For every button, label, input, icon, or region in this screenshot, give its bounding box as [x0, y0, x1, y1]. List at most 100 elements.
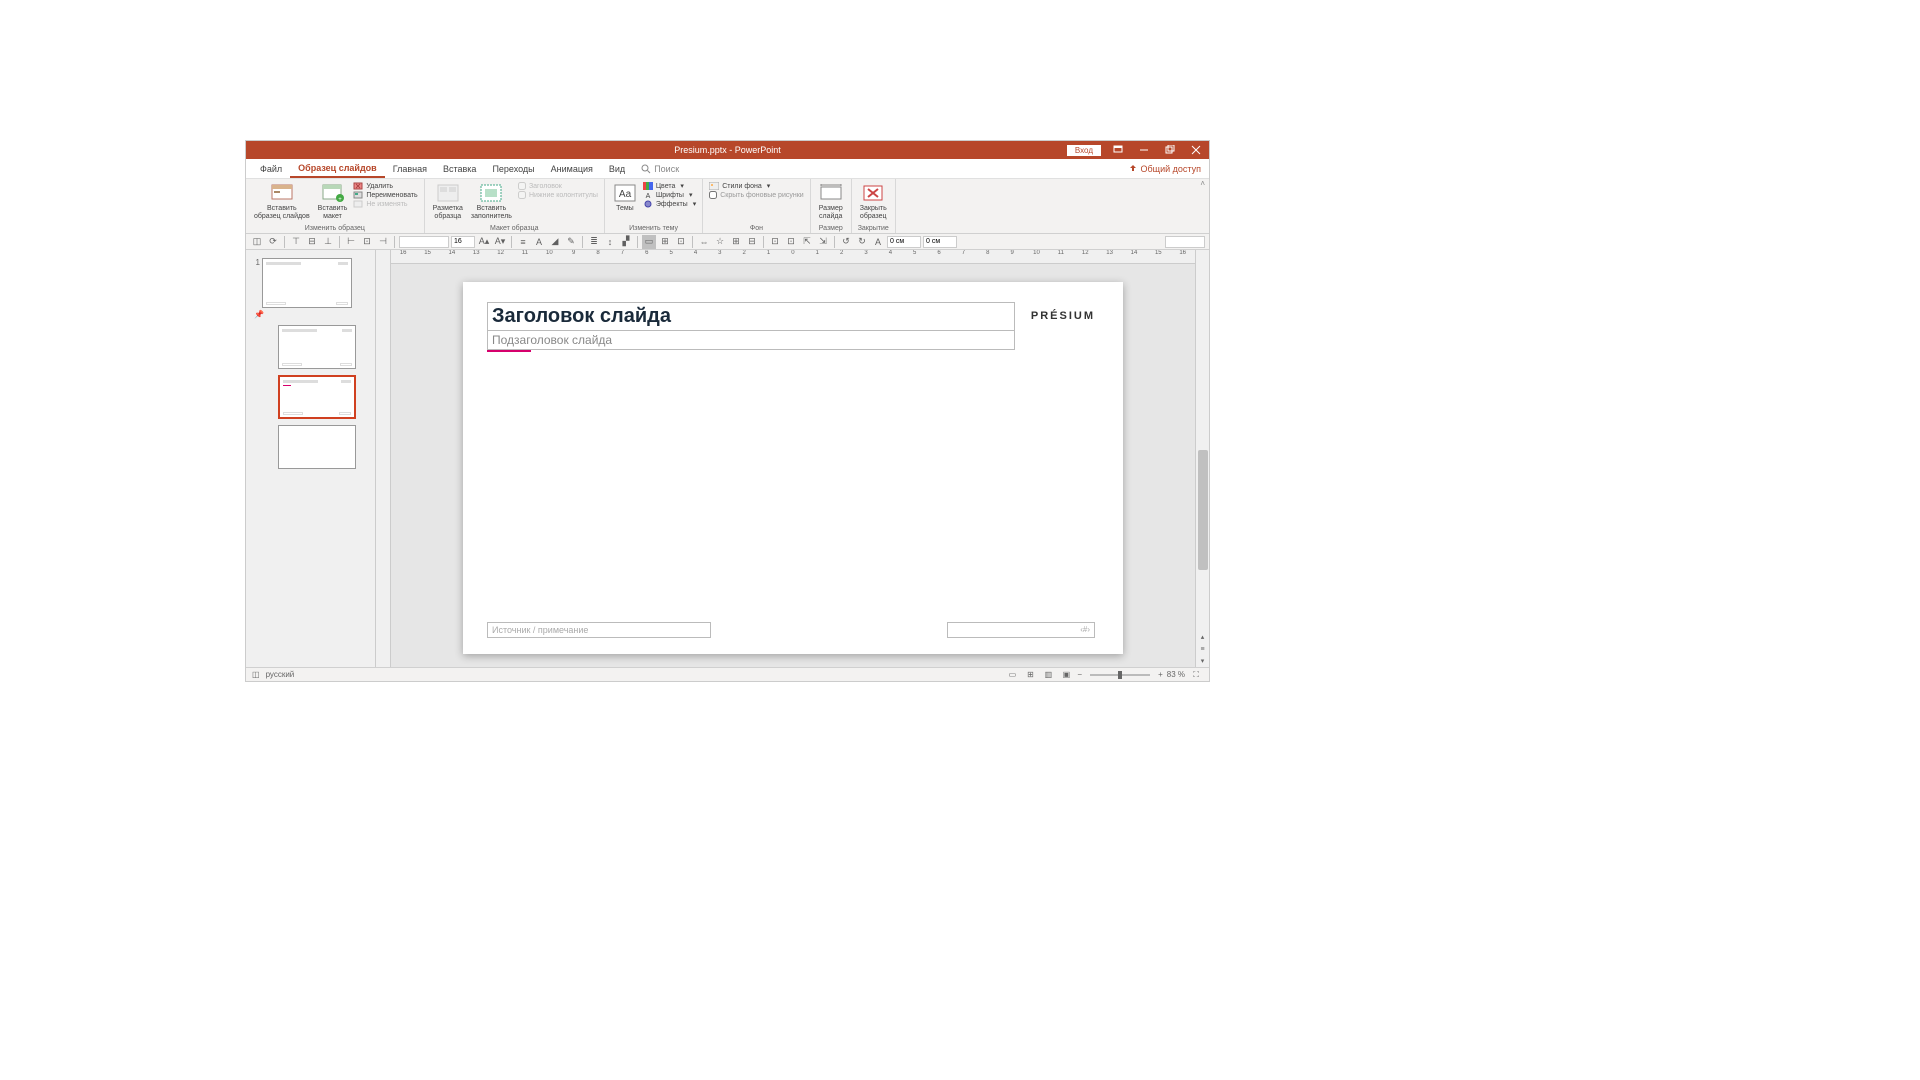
collapse-ribbon-button[interactable]: ˄ — [1200, 179, 1205, 188]
menu-insert[interactable]: Вставка — [435, 159, 484, 178]
maximize-button[interactable] — [1157, 141, 1183, 159]
layout-thumbnail-3[interactable] — [278, 425, 356, 469]
decrease-font-icon[interactable]: A▾ — [493, 235, 507, 249]
accessibility-icon[interactable]: ◫ — [252, 670, 260, 679]
outline-icon[interactable]: ✎ — [564, 235, 578, 249]
distribute-h-icon[interactable]: ⇔ — [697, 235, 711, 249]
layout-thumbnail-2-selected[interactable] — [278, 375, 356, 419]
share-button[interactable]: Общий доступ — [1128, 164, 1201, 174]
zoom-in-button[interactable]: + — [1158, 670, 1163, 679]
title-placeholder[interactable]: Заголовок слайда — [487, 302, 1015, 331]
fill-color-icon[interactable]: ◢ — [548, 235, 562, 249]
position-x-input[interactable] — [887, 236, 921, 248]
delete-button[interactable]: Удалить — [353, 182, 417, 190]
font-color-icon[interactable]: A — [532, 235, 546, 249]
font-family-input[interactable] — [399, 236, 449, 248]
menu-file[interactable]: Файл — [252, 159, 290, 178]
reading-view-icon[interactable]: ▥ — [1041, 669, 1055, 681]
qat-align-left-icon[interactable]: ⊢ — [344, 235, 358, 249]
zoom-out-button[interactable]: − — [1077, 670, 1082, 679]
slideshow-view-icon[interactable]: ▣ — [1059, 669, 1073, 681]
insert-placeholder-button[interactable]: Вставитьзаполнитель — [467, 181, 516, 222]
menu-home[interactable]: Главная — [385, 159, 435, 178]
slide-canvas-area[interactable]: Заголовок слайда Подзаголовок слайда PRÉ… — [391, 264, 1195, 667]
subtitle-placeholder[interactable]: Подзаголовок слайда — [487, 330, 1015, 350]
slide: Заголовок слайда Подзаголовок слайда PRÉ… — [463, 282, 1123, 654]
thumbnail-panel: 1 📌 — [246, 250, 376, 667]
bullets-icon[interactable]: ≣ — [587, 235, 601, 249]
insert-layout-button[interactable]: + Вставитьмакет — [314, 181, 352, 222]
accent-bar — [487, 350, 531, 352]
fit-to-window-icon[interactable]: ⛶ — [1189, 669, 1203, 681]
layout-thumbnail-1[interactable] — [278, 325, 356, 369]
effects-button[interactable]: Эффекты▾ — [643, 200, 696, 208]
zoom-level[interactable]: 83 % — [1167, 670, 1185, 679]
menu-slide-master[interactable]: Образец слайдов — [290, 159, 385, 178]
fonts-button[interactable]: AШрифты▾ — [643, 191, 696, 199]
text-align-left-icon[interactable]: ≡ — [516, 235, 530, 249]
font-size-input[interactable] — [451, 236, 475, 248]
menu-animation[interactable]: Анимация — [543, 159, 601, 178]
qat-align-bottom-icon[interactable]: ⊥ — [321, 235, 335, 249]
ungroup-icon[interactable]: ⊡ — [784, 235, 798, 249]
scrollbar-thumb[interactable] — [1198, 450, 1208, 570]
text-effect-icon[interactable]: A — [871, 235, 885, 249]
bring-forward-icon[interactable]: ⇱ — [800, 235, 814, 249]
position-y-input[interactable] — [923, 236, 957, 248]
grid2-icon[interactable]: ⊟ — [745, 235, 759, 249]
colors-button[interactable]: Цвета▾ — [643, 182, 696, 190]
themes-icon: Аа — [613, 183, 637, 203]
vertical-scrollbar[interactable]: ▴ ≡ ▾ — [1195, 250, 1209, 667]
qat-refresh-icon[interactable]: ⟳ — [266, 235, 280, 249]
chart-icon[interactable]: ▞ — [619, 235, 633, 249]
extra-input[interactable] — [1165, 236, 1205, 248]
ribbon-options-icon[interactable] — [1105, 141, 1131, 159]
login-button[interactable]: Вход — [1067, 145, 1101, 156]
group-label-background: Фон — [707, 224, 805, 233]
footer-left-placeholder[interactable]: Источник / примечание — [487, 622, 711, 638]
master-thumbnail[interactable] — [262, 258, 352, 308]
bg-styles-button[interactable]: Стили фона▾ — [709, 182, 803, 190]
zoom-slider[interactable] — [1090, 674, 1150, 676]
star-icon[interactable]: ☆ — [713, 235, 727, 249]
increase-font-icon[interactable]: A▴ — [477, 235, 491, 249]
language-indicator[interactable]: русский — [266, 670, 295, 679]
close-master-button[interactable]: Закрытьобразец — [856, 181, 891, 222]
hide-bg-checkbox[interactable]: Скрыть фоновые рисунки — [709, 191, 803, 199]
rename-button[interactable]: Переименовать — [353, 191, 417, 199]
slide-size-button[interactable]: Размерслайда — [815, 181, 847, 222]
group-icon[interactable]: ⊡ — [768, 235, 782, 249]
shape-text-icon[interactable]: ⊞ — [658, 235, 672, 249]
close-button[interactable] — [1183, 141, 1209, 159]
qat-align-center-icon[interactable]: ⊡ — [360, 235, 374, 249]
title-checkbox: Заголовок — [518, 182, 598, 190]
formatting-toolbar: ◫ ⟳ ⊤ ⊟ ⊥ ⊢ ⊡ ⊣ A▴ A▾ ≡ A ◢ ✎ ≣ ↕ ▞ ▭ ⊞ … — [246, 234, 1209, 250]
menu-bar: Файл Образец слайдов Главная Вставка Пер… — [246, 159, 1209, 179]
shape-more-icon[interactable]: ⊡ — [674, 235, 688, 249]
scroll-down-icon[interactable]: ▾ — [1196, 655, 1209, 667]
rotate-left-icon[interactable]: ↺ — [839, 235, 853, 249]
minimize-button[interactable] — [1131, 141, 1157, 159]
search-icon — [641, 164, 651, 174]
send-backward-icon[interactable]: ⇲ — [816, 235, 830, 249]
qat-arrange-icon[interactable]: ◫ — [250, 235, 264, 249]
slide-title-text: Заголовок слайда — [488, 303, 1014, 330]
line-spacing-icon[interactable]: ↕ — [603, 235, 617, 249]
rotate-right-icon[interactable]: ↻ — [855, 235, 869, 249]
shape-rect-icon[interactable]: ▭ — [642, 235, 656, 249]
qat-align-right-icon[interactable]: ⊣ — [376, 235, 390, 249]
preserve-icon — [353, 200, 363, 208]
footer-right-placeholder[interactable]: ‹#› — [947, 622, 1095, 638]
sorter-view-icon[interactable]: ⊞ — [1023, 669, 1037, 681]
menu-transitions[interactable]: Переходы — [484, 159, 542, 178]
menu-view[interactable]: Вид — [601, 159, 633, 178]
grid-icon[interactable]: ⊞ — [729, 235, 743, 249]
qat-align-middle-icon[interactable]: ⊟ — [305, 235, 319, 249]
themes-button[interactable]: Аа Темы — [609, 181, 641, 215]
normal-view-icon[interactable]: ▭ — [1005, 669, 1019, 681]
scroll-split-icon[interactable]: ≡ — [1196, 643, 1209, 655]
insert-slide-master-button[interactable]: Вставитьобразец слайдов — [250, 181, 314, 222]
tell-me-search[interactable]: Поиск — [641, 164, 679, 174]
qat-align-top-icon[interactable]: ⊤ — [289, 235, 303, 249]
scroll-up-icon[interactable]: ▴ — [1196, 631, 1209, 643]
